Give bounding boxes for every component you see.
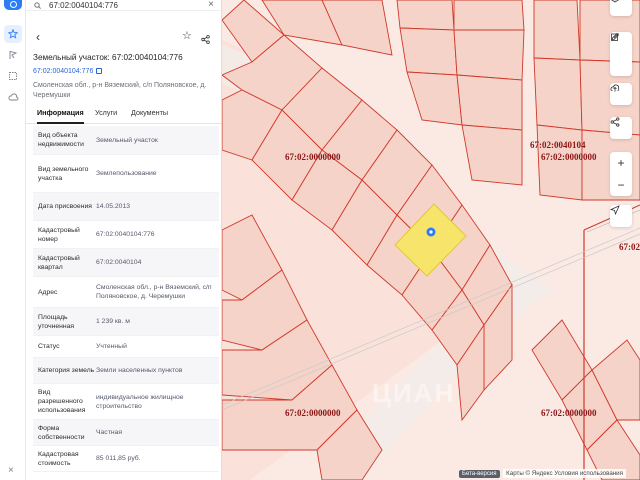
edit-icon[interactable] [610, 33, 632, 76]
table-row: Вид земельного участка Землепользование [33, 155, 219, 193]
quarter-label: 67:02:0040104 [530, 140, 586, 150]
row-key: Вид разрешенного использования [38, 389, 86, 414]
tab-documents[interactable]: Документы [131, 108, 168, 117]
app-root: × 67:02:0040104:776 × ‹ ☆ Земельный учас… [0, 0, 640, 480]
row-value: 85 011,85 руб. [96, 455, 141, 462]
star-icon[interactable]: ☆ [182, 29, 192, 42]
route-icon [610, 117, 620, 127]
info-table: Вид объекта недвижимости Земельный участо… [33, 126, 219, 472]
row-key: Кадастровый квартал [38, 254, 80, 271]
route-button[interactable] [610, 117, 632, 139]
cadastral-number-link[interactable]: 67:02:0040104:776 [33, 68, 103, 75]
locate-icon [610, 205, 620, 215]
left-rail: × [0, 0, 26, 480]
layers-icon [611, 0, 619, 3]
row-key: Форма собственности [38, 424, 85, 441]
row-key: Вид земельного участка [38, 165, 89, 182]
row-value: 1 239 кв. м [96, 318, 130, 325]
map-attribution[interactable]: Карты © Яндекс Условия использования [503, 469, 626, 478]
select-area-rail-icon[interactable] [4, 67, 22, 85]
map-footer: Бета-версия Карты © Яндекс Условия испол… [222, 468, 640, 480]
zoom-controls: + − [610, 152, 632, 196]
panel-nav: ‹ ☆ [26, 29, 221, 49]
row-value: 67:02:0040104:776 [96, 231, 155, 238]
row-key: Адрес [38, 288, 58, 296]
quarter-label: 67:02:0000000 [285, 152, 341, 162]
search-icon [34, 1, 41, 9]
cloud-rail-icon[interactable] [4, 88, 22, 106]
close-icon[interactable]: × [208, 0, 214, 10]
row-value: Смоленская обл., р-н Вяземский, с/п Поля… [96, 284, 212, 300]
row-key: Дата присвоения [38, 203, 92, 210]
table-row: Форма собственности Частная [33, 420, 219, 446]
copy-icon[interactable] [96, 68, 103, 74]
favorites-rail-icon[interactable] [4, 25, 22, 43]
draw-tools [610, 32, 632, 76]
zoom-out-icon[interactable]: − [610, 174, 632, 196]
table-row: Кадастровый квартал 67:02:0040104 [33, 249, 219, 277]
tab-bar: Информация Услуги Документы [26, 106, 221, 124]
row-value: Землепользование [96, 170, 157, 177]
table-row: Адрес Смоленская обл., р-н Вяземский, с/п… [33, 277, 219, 308]
table-row: Вид объекта недвижимости Земельный участо… [33, 126, 219, 155]
table-row: Кадастровая стоимость 85 011,85 руб. [33, 446, 219, 472]
row-value: Земельный участок [96, 136, 158, 144]
quarter-label: 67:02:0000000 [541, 152, 597, 162]
zoom-in-icon[interactable]: + [610, 152, 632, 174]
info-panel: 67:02:0040104:776 × ‹ ☆ Земельный участо… [26, 0, 222, 480]
table-row: Кадастровый номер 67:02:0040104:776 [33, 221, 219, 249]
app-logo-icon[interactable] [4, 0, 22, 10]
row-key: Площадь уточненная [38, 313, 75, 330]
row-value: 14.05.2013 [96, 203, 131, 210]
row-value: Земли населенных пунктов [96, 367, 183, 374]
address-text: Смоленская обл., р-н Вяземский, с/п Поля… [33, 82, 207, 99]
back-icon[interactable]: ‹ [36, 30, 40, 44]
cadastral-map[interactable]: ЦИАН 67:02:0000000 67:02:0040104 67:02:0… [222, 0, 640, 480]
row-value: Частная [96, 429, 123, 436]
row-key: Вид объекта недвижимости [38, 132, 84, 148]
row-value: индивидуальное жилищное строительство [96, 393, 184, 410]
upload-button[interactable] [610, 83, 632, 105]
page-title: Земельный участок: 67:02:0040104:776 [33, 53, 183, 62]
collapse-icon[interactable]: × [8, 465, 14, 476]
row-key: Категория земель [38, 367, 95, 374]
row-key: Кадастровый номер [38, 226, 80, 243]
table-row: Категория земель Земли населенных пунктов [33, 358, 219, 384]
beta-badge: Бета-версия [459, 470, 500, 478]
quarter-label: 67:02:0000000 [285, 408, 341, 418]
table-row: Площадь уточненная 1 239 кв. м [33, 308, 219, 336]
tab-services[interactable]: Услуги [95, 108, 117, 117]
table-row: Статус Учтенный [33, 336, 219, 358]
pin-icon[interactable] [426, 227, 436, 237]
marker-rail-icon[interactable] [4, 46, 22, 64]
row-value: 67:02:0040104 [96, 259, 142, 266]
quarter-label: 67:02: [619, 242, 640, 252]
layers-button[interactable] [610, 0, 632, 16]
locate-button[interactable] [610, 205, 632, 227]
search-input[interactable]: 67:02:0040104:776 [49, 1, 118, 10]
row-key: Статус [38, 343, 60, 350]
map-watermark: ЦИАН [372, 378, 456, 408]
table-row: Вид разрешенного использования индивидуал… [33, 384, 219, 420]
table-row: Дата присвоения 14.05.2013 [33, 193, 219, 221]
row-key: Кадастровая стоимость [38, 450, 79, 467]
quarter-label: 67:02:0000000 [541, 408, 597, 418]
upload-icon [610, 84, 620, 92]
share-icon[interactable] [201, 31, 210, 49]
row-value: Учтенный [96, 343, 127, 350]
search-bar[interactable]: 67:02:0040104:776 × [26, 0, 221, 11]
tab-information[interactable]: Информация [37, 108, 84, 124]
